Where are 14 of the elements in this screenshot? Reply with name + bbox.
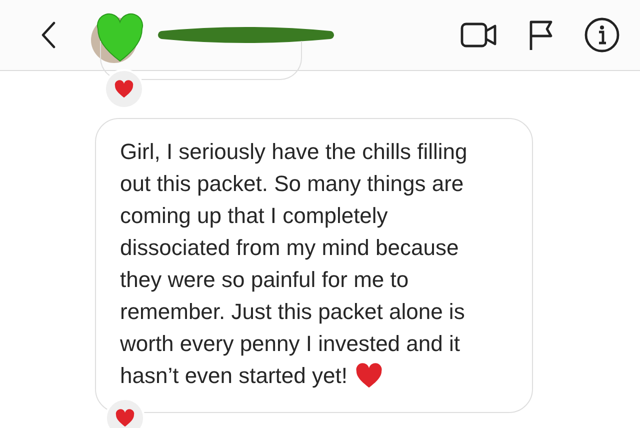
message-line: coming up that I completely	[120, 202, 388, 230]
message-line: hasn’t even started yet!	[120, 362, 348, 390]
message-line: out this packet. So many things are	[120, 170, 464, 198]
message-line: they were so painful for me to	[120, 266, 409, 294]
heart-icon	[114, 80, 134, 98]
info-icon[interactable]	[584, 17, 620, 53]
back-button[interactable]	[40, 21, 56, 49]
video-call-icon[interactable]	[460, 21, 498, 49]
message-line: worth every penny I invested and it	[120, 330, 460, 358]
message-line: dissociated from my mind because	[120, 234, 459, 262]
message-line: Girl, I seriously have the chills filling	[120, 138, 468, 166]
flag-icon[interactable]	[528, 19, 554, 51]
message-line: remember. Just this packet alone is	[120, 298, 465, 326]
heart-icon	[115, 409, 135, 427]
